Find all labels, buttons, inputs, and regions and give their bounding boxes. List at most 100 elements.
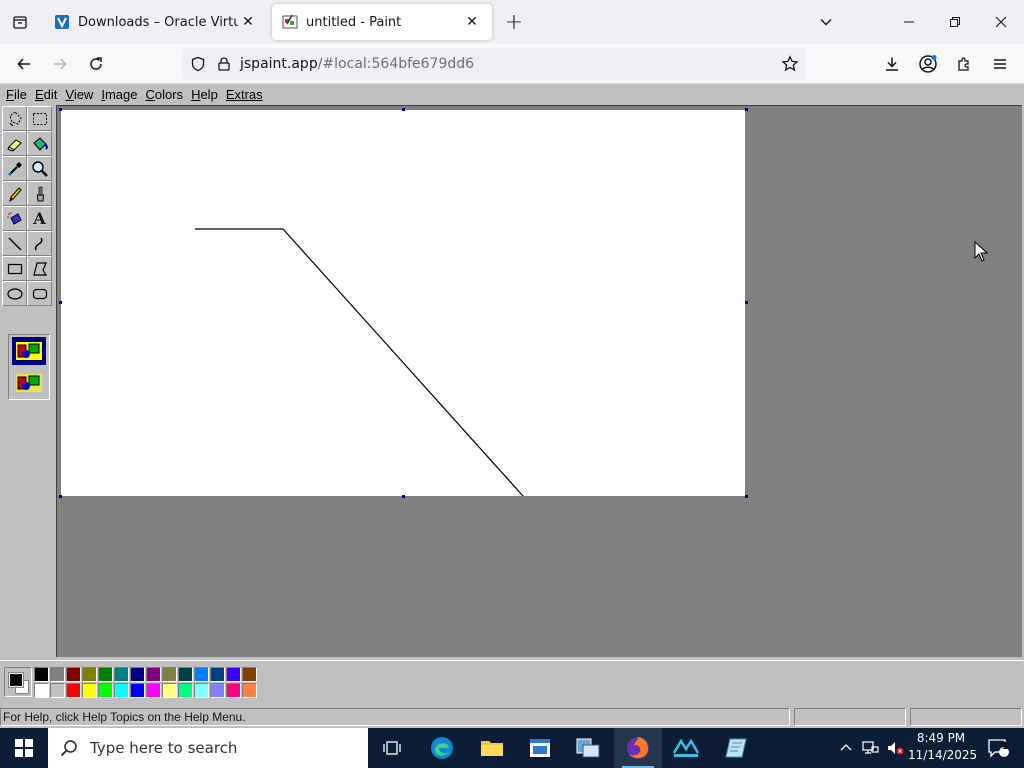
palette-swatch[interactable] [114, 667, 129, 682]
line-icon [8, 237, 21, 250]
bookmark-star-icon[interactable] [774, 48, 806, 80]
tool-rectangle[interactable] [2, 256, 27, 281]
menu-colors[interactable]: Colors [141, 85, 187, 104]
tool-text[interactable]: A [27, 206, 52, 231]
palette-swatch[interactable] [194, 667, 209, 682]
back-button[interactable] [8, 48, 40, 80]
tool-polygon[interactable] [27, 256, 52, 281]
url-bar[interactable]: jspaint.app/#local:564bfe679dd6 [182, 48, 806, 80]
tab-virtualbox-downloads[interactable]: Downloads – Oracle VirtualBox ✕ [44, 4, 268, 40]
palette-swatch[interactable] [114, 683, 129, 698]
taskbar-file-explorer[interactable] [468, 728, 516, 768]
tab-close-icon[interactable]: ✕ [238, 12, 258, 32]
tab-paint[interactable]: untitled - Paint ✕ [272, 4, 492, 40]
tool-pick-color[interactable] [2, 156, 27, 181]
palette-swatch[interactable] [226, 683, 241, 698]
palette-swatch[interactable] [194, 683, 209, 698]
lock-icon[interactable] [214, 48, 234, 80]
taskbar-app-window[interactable] [516, 728, 564, 768]
palette-swatch[interactable] [210, 683, 225, 698]
tool-curve[interactable] [27, 231, 52, 256]
palette-swatch[interactable] [82, 683, 97, 698]
tab-list-button[interactable] [0, 0, 40, 44]
palette-swatch[interactable] [210, 667, 225, 682]
menu-help[interactable]: Help [187, 85, 222, 104]
new-tab-button[interactable]: + [500, 8, 528, 36]
taskbar-server-manager[interactable] [564, 728, 612, 768]
menu-file[interactable]: File [2, 85, 31, 104]
palette-swatch[interactable] [226, 667, 241, 682]
palette-swatch[interactable] [130, 683, 145, 698]
taskbar-clock[interactable]: 8:49 PM 11/14/2025 [908, 730, 977, 766]
tab-close-icon[interactable]: ✕ [462, 12, 482, 32]
downloads-button[interactable] [876, 48, 908, 80]
tool-magnifier[interactable] [27, 156, 52, 181]
resize-handle-bottom[interactable] [402, 495, 405, 498]
resize-handle-corner[interactable] [745, 495, 748, 498]
tool-free-form-select[interactable] [2, 106, 27, 131]
taskbar-visual-studio[interactable] [662, 728, 710, 768]
extensions-button[interactable] [948, 48, 980, 80]
palette-swatch[interactable] [98, 667, 113, 682]
notifications-button[interactable]: 1 [978, 728, 1018, 768]
palette-swatch[interactable] [82, 667, 97, 682]
close-window-button[interactable] [978, 0, 1024, 44]
canvas-workspace[interactable] [56, 105, 1022, 657]
foreground-color-swatch[interactable] [8, 672, 24, 688]
tool-select[interactable] [27, 106, 52, 131]
chevron-up-icon [840, 744, 852, 751]
palette-swatch[interactable] [98, 683, 113, 698]
minimize-button[interactable] [886, 0, 932, 44]
tool-brush[interactable] [27, 181, 52, 206]
tool-line[interactable] [2, 231, 27, 256]
palette-swatch[interactable] [34, 683, 49, 698]
palette-swatch[interactable] [146, 667, 161, 682]
palette-swatch[interactable] [66, 667, 81, 682]
tool-airbrush[interactable] [2, 206, 27, 231]
palette-swatch[interactable] [50, 683, 65, 698]
start-button[interactable] [0, 728, 48, 768]
menu-accel: V [65, 87, 74, 102]
network-status[interactable] [858, 728, 882, 768]
url-text[interactable]: jspaint.app/#local:564bfe679dd6 [234, 56, 774, 72]
palette-swatch[interactable] [162, 683, 177, 698]
menu-view[interactable]: View [61, 85, 97, 104]
palette-swatch[interactable] [66, 683, 81, 698]
current-colors[interactable] [4, 667, 32, 697]
palette-swatch[interactable] [130, 667, 145, 682]
tool-fill-with-color[interactable] [27, 131, 52, 156]
taskbar-app[interactable] [712, 728, 760, 768]
account-button[interactable] [912, 48, 944, 80]
tool-rounded-rectangle[interactable] [27, 281, 52, 306]
volume-control[interactable] [884, 728, 906, 768]
task-view-button[interactable] [368, 728, 416, 768]
resize-handle-right[interactable] [745, 301, 748, 304]
list-all-tabs-button[interactable] [812, 8, 840, 36]
menu-edit[interactable]: Edit [31, 85, 61, 104]
show-hidden-icons-button[interactable] [836, 728, 856, 768]
tool-pencil[interactable] [2, 181, 27, 206]
taskbar-firefox[interactable] [614, 728, 662, 768]
forward-button[interactable] [44, 48, 76, 80]
app-menu-button[interactable] [984, 48, 1016, 80]
tracking-protection-shield-icon[interactable] [182, 48, 214, 80]
menu-extras[interactable]: Extras [222, 85, 267, 104]
taskbar-search-box[interactable]: Type here to search [48, 728, 368, 768]
restore-button[interactable] [932, 0, 978, 44]
palette-swatch[interactable] [146, 683, 161, 698]
palette-swatch[interactable] [178, 683, 193, 698]
drawing-canvas[interactable] [61, 110, 745, 496]
reload-button[interactable] [80, 48, 112, 80]
palette-swatch[interactable] [178, 667, 193, 682]
taskbar-edge[interactable] [418, 728, 466, 768]
tool-ellipse[interactable] [2, 281, 27, 306]
palette-swatch[interactable] [242, 667, 257, 682]
palette-swatch[interactable] [162, 667, 177, 682]
transparency-opaque-option[interactable] [12, 337, 46, 365]
palette-swatch[interactable] [50, 667, 65, 682]
palette-swatch[interactable] [34, 667, 49, 682]
transparency-transparent-option[interactable] [12, 369, 46, 397]
menu-image[interactable]: Image [97, 85, 141, 104]
palette-swatch[interactable] [242, 683, 257, 698]
tool-eraser[interactable] [2, 131, 27, 156]
